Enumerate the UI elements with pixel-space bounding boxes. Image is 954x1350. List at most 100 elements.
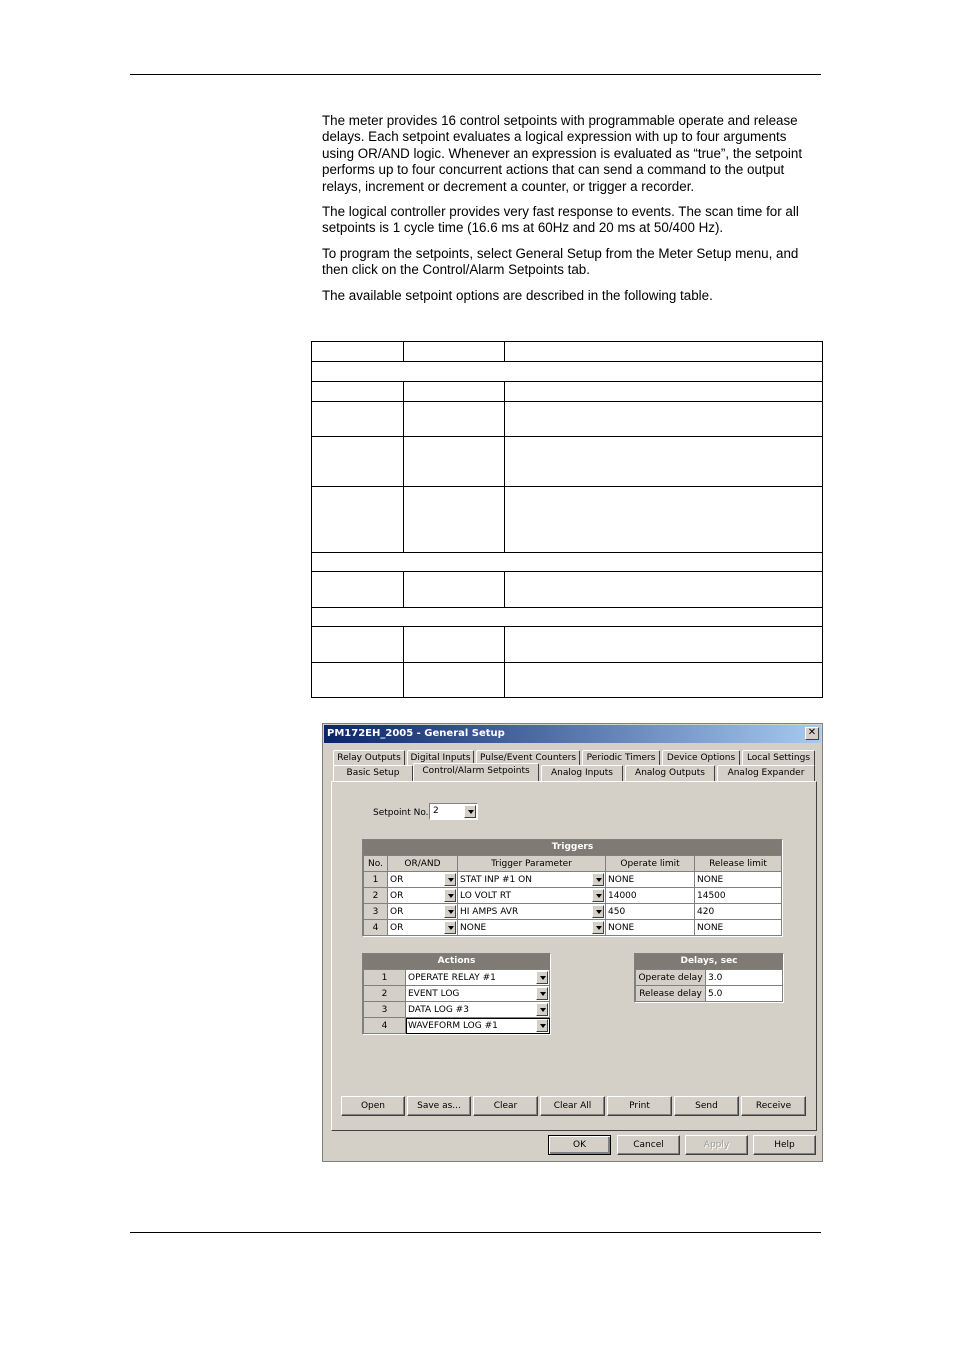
paragraph-3: To program the setpoints, select General…	[322, 245, 799, 278]
receive-button[interactable]: Receive	[741, 1096, 806, 1116]
action-no: 1	[363, 969, 406, 986]
trigger-logic-select[interactable]: OR	[387, 919, 458, 936]
table-row	[311, 381, 823, 402]
close-icon[interactable]: ✕	[805, 727, 819, 740]
clear-button[interactable]: Clear	[473, 1096, 538, 1116]
chevron-down-icon[interactable]	[536, 971, 548, 984]
triggers-grid: Triggers No. OR/AND Trigger Parameter Op…	[362, 839, 783, 937]
save-as-button[interactable]: Save as...	[407, 1096, 471, 1116]
delays-grid: Delays, sec Operate delay 3.0 Release de…	[634, 953, 784, 1003]
tab-analog-expander[interactable]: Analog Expander	[717, 765, 815, 781]
table-section-row	[311, 607, 823, 627]
action-select[interactable]: WAVEFORM LOG #1	[405, 1017, 550, 1034]
triggers-header-row: No. OR/AND Trigger Parameter Operate lim…	[363, 855, 782, 872]
trigger-param-select[interactable]: NONE	[457, 919, 606, 936]
release-limit-field[interactable]: 420	[694, 903, 782, 920]
chevron-down-icon[interactable]	[592, 905, 604, 918]
table-row	[311, 401, 823, 437]
actions-grid: Actions 1 OPERATE RELAY #1 2 EVENT LOG 3…	[362, 953, 551, 1035]
chevron-down-icon[interactable]	[444, 873, 456, 886]
col-operate-limit: Operate limit	[605, 855, 695, 872]
action-no: 3	[363, 1001, 406, 1018]
action-no: 2	[363, 985, 406, 1002]
chevron-down-icon[interactable]	[592, 889, 604, 902]
operate-delay-field[interactable]: 3.0	[705, 969, 783, 986]
release-limit-field[interactable]: NONE	[694, 919, 782, 936]
trigger-param-select[interactable]: STAT INP #1 ON	[457, 871, 606, 888]
cancel-button[interactable]: Cancel	[617, 1135, 680, 1155]
chevron-down-icon[interactable]	[444, 889, 456, 902]
action-no: 4	[363, 1017, 406, 1034]
triggers-table: No. OR/AND Trigger Parameter Operate lim…	[363, 855, 782, 936]
action-select[interactable]: DATA LOG #3	[405, 1001, 550, 1018]
tab-periodic-timers[interactable]: Periodic Timers	[582, 750, 660, 766]
operate-delay-label: Operate delay	[635, 969, 706, 986]
trigger-row: 4 OR NONE NONE NONE	[363, 919, 782, 936]
release-delay-field[interactable]: 5.0	[705, 985, 783, 1002]
action-select[interactable]: OPERATE RELAY #1	[405, 969, 550, 986]
send-button[interactable]: Send	[674, 1096, 739, 1116]
tab-device-options[interactable]: Device Options	[662, 750, 740, 766]
chevron-down-icon[interactable]	[536, 1019, 548, 1032]
tab-relay-outputs[interactable]: Relay Outputs	[333, 750, 405, 766]
col-release-limit: Release limit	[694, 855, 782, 872]
title-bar[interactable]: PM172EH_2005 - General Setup ✕	[324, 725, 821, 743]
table-row	[311, 626, 823, 663]
triggers-title: Triggers	[363, 840, 782, 855]
setpoint-no-select[interactable]: 2	[429, 803, 478, 820]
ok-button[interactable]: OK	[548, 1135, 611, 1155]
chevron-down-icon[interactable]	[592, 873, 604, 886]
tab-analog-outputs[interactable]: Analog Outputs	[625, 765, 715, 781]
dialog-title: PM172EH_2005 - General Setup	[327, 728, 505, 739]
chevron-down-icon[interactable]	[592, 921, 604, 934]
operate-limit-field[interactable]: 450	[605, 903, 695, 920]
delays-title: Delays, sec	[635, 954, 783, 969]
table-row	[311, 436, 823, 487]
operate-limit-field[interactable]: 14000	[605, 887, 695, 904]
actions-table: 1 OPERATE RELAY #1 2 EVENT LOG 3 DATA LO…	[363, 969, 550, 1034]
table-section-row	[311, 552, 823, 572]
table-row	[311, 486, 823, 553]
release-limit-field[interactable]: NONE	[694, 871, 782, 888]
trigger-row: 2 OR LO VOLT RT 14000 14500	[363, 887, 782, 904]
action-row: 2 EVENT LOG	[363, 985, 550, 1002]
trigger-no: 1	[363, 871, 388, 888]
open-button[interactable]: Open	[341, 1096, 405, 1116]
trigger-logic-select[interactable]: OR	[387, 871, 458, 888]
chevron-down-icon[interactable]	[536, 1003, 548, 1016]
tab-basic-setup[interactable]: Basic Setup	[333, 765, 413, 781]
trigger-logic-select[interactable]: OR	[387, 887, 458, 904]
operate-limit-field[interactable]: NONE	[605, 871, 695, 888]
chevron-down-icon[interactable]	[444, 905, 456, 918]
tab-analog-inputs[interactable]: Analog Inputs	[541, 765, 623, 781]
chevron-down-icon[interactable]	[444, 921, 456, 934]
tab-local-settings[interactable]: Local Settings	[742, 750, 815, 766]
header-rule	[130, 74, 821, 75]
chevron-down-icon[interactable]	[464, 805, 476, 818]
intro-text: The meter provides 16 control setpoints …	[322, 113, 817, 313]
print-button[interactable]: Print	[607, 1096, 672, 1116]
help-button[interactable]: Help	[753, 1135, 816, 1155]
table-header-row	[311, 341, 823, 362]
action-row: 4 WAVEFORM LOG #1	[363, 1017, 550, 1034]
general-setup-dialog: PM172EH_2005 - General Setup ✕ Relay Out…	[322, 723, 823, 1162]
apply-button[interactable]: Apply	[685, 1135, 748, 1155]
trigger-row: 1 OR STAT INP #1 ON NONE NONE	[363, 871, 782, 888]
tab-control-alarm-setpoints[interactable]: Control/Alarm Setpoints	[413, 763, 539, 781]
release-delay-row: Release delay 5.0	[635, 985, 783, 1002]
clear-all-button[interactable]: Clear All	[540, 1096, 605, 1116]
footer-rule	[130, 1232, 821, 1233]
table-row	[311, 571, 823, 608]
trigger-param-select[interactable]: HI AMPS AVR	[457, 903, 606, 920]
trigger-param-select[interactable]: LO VOLT RT	[457, 887, 606, 904]
chevron-down-icon[interactable]	[536, 987, 548, 1000]
operate-limit-field[interactable]: NONE	[605, 919, 695, 936]
trigger-no: 3	[363, 903, 388, 920]
action-select[interactable]: EVENT LOG	[405, 985, 550, 1002]
setpoint-options-table	[311, 341, 823, 698]
trigger-logic-select[interactable]: OR	[387, 903, 458, 920]
release-limit-field[interactable]: 14500	[694, 887, 782, 904]
table-section-row	[311, 361, 823, 382]
paragraph-1: The meter provides 16 control setpoints …	[322, 113, 803, 194]
action-row: 1 OPERATE RELAY #1	[363, 969, 550, 986]
